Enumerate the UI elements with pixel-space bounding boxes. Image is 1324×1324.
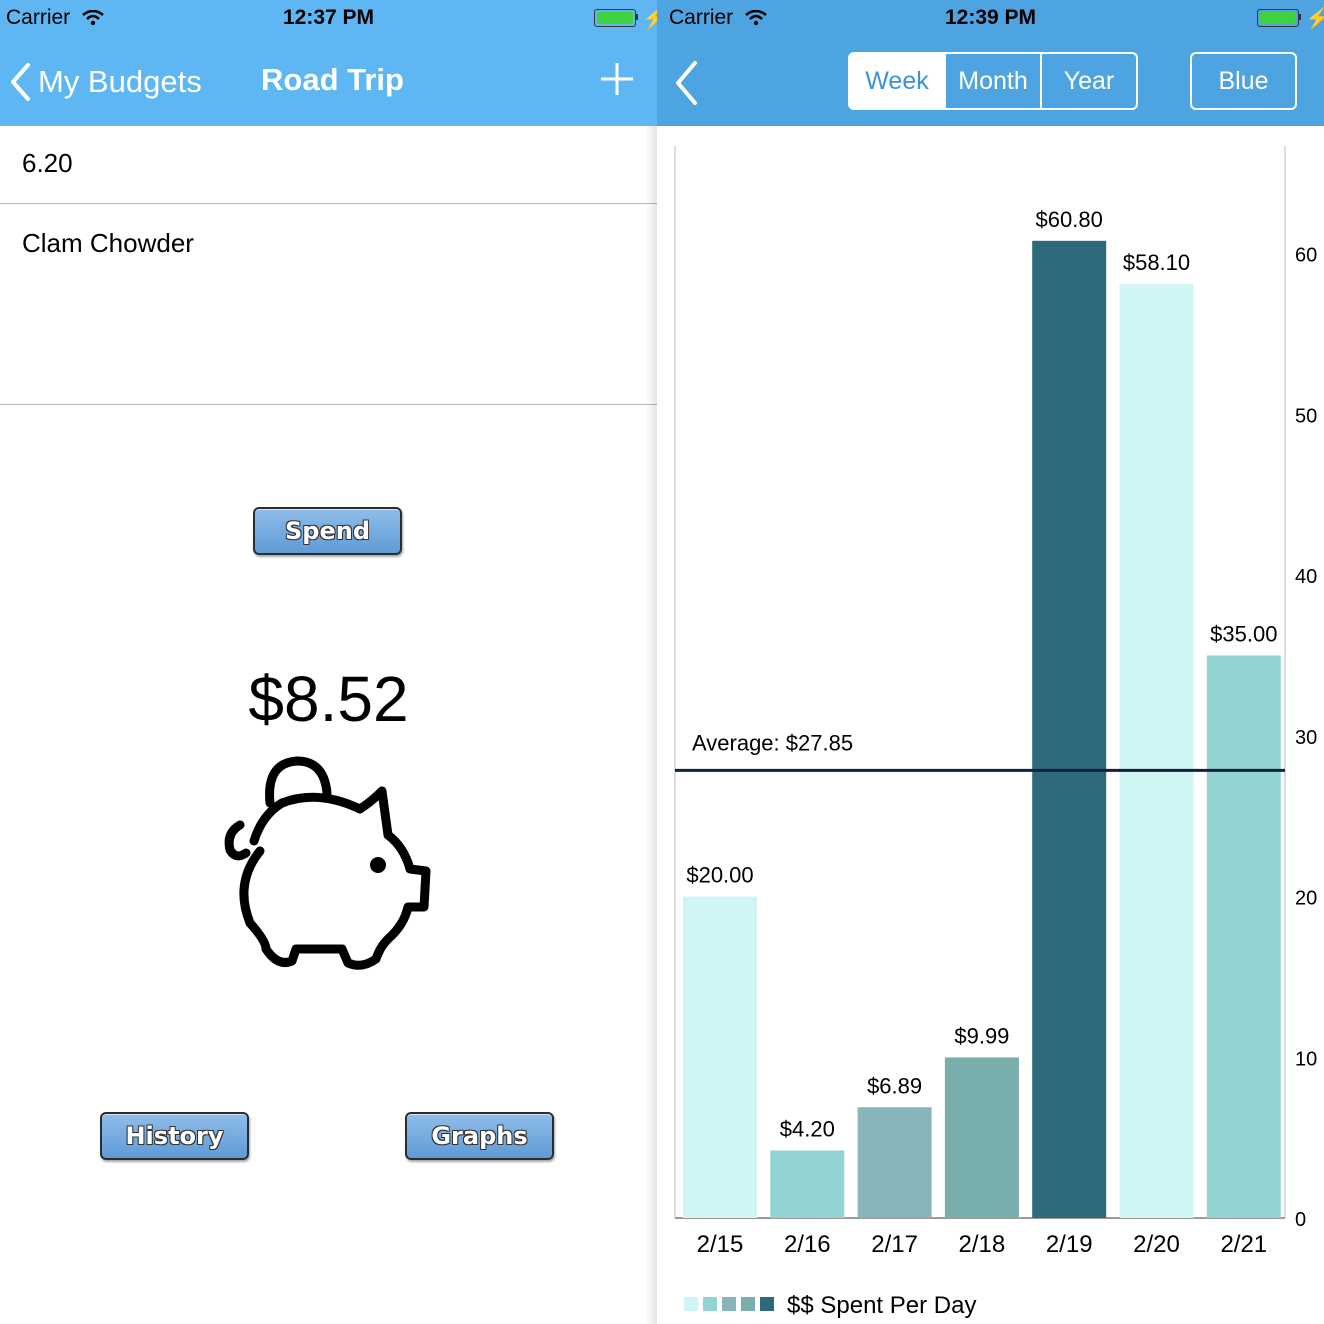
spend-button[interactable]: Spend — [253, 507, 402, 555]
back-label: My Budgets — [38, 64, 202, 99]
y-tick-label: 30 — [1295, 727, 1317, 749]
memo-row: Clam Chowder — [0, 204, 657, 405]
nav-bar-graphs: Carrier 12:39 PM ⚡ Week Month Year Blue — [657, 0, 1324, 126]
back-chevron-icon[interactable] — [671, 60, 701, 106]
battery-icon — [1257, 9, 1299, 27]
bar-value-label: $35.00 — [1210, 621, 1277, 646]
y-tick-label: 20 — [1295, 888, 1317, 910]
chevron-left-icon — [11, 63, 30, 101]
bar-value-label: $4.20 — [780, 1116, 835, 1141]
legend-swatch — [760, 1297, 774, 1311]
period-segmented-control: Week Month Year — [848, 52, 1138, 110]
charging-icon: ⚡ — [1305, 8, 1324, 30]
history-button[interactable]: History — [100, 1112, 249, 1160]
amount-field[interactable]: 6.20 — [22, 148, 73, 179]
piggy-bank-icon — [224, 756, 431, 970]
y-axis-labels: 0 10 20 30 40 50 60 — [1295, 245, 1317, 1231]
graphs-button[interactable]: Graphs — [405, 1112, 554, 1160]
x-tick-label: 2/19 — [1046, 1231, 1093, 1258]
bar-value-label: $58.10 — [1123, 250, 1190, 275]
x-tick-label: 2/15 — [697, 1231, 744, 1258]
charging-icon: ⚡ — [642, 8, 657, 30]
chart-legend: $$ Spent Per Day — [684, 1292, 976, 1319]
spending-chart: $20.00 2/15 $4.20 2/16 $6.89 2/17 $9.99 2/18 $60… — [674, 146, 1317, 1319]
battery-tip — [1298, 14, 1301, 20]
amount-row: 6.20 — [0, 126, 657, 204]
legend-swatch — [741, 1297, 755, 1311]
y-tick-label: 40 — [1295, 566, 1317, 588]
segment-year[interactable]: Year — [1040, 54, 1136, 108]
theme-button[interactable]: Blue — [1190, 52, 1297, 110]
bar-value-label: $9.99 — [954, 1023, 1009, 1048]
legend-swatch — [703, 1297, 717, 1311]
panel-shadow — [645, 126, 657, 1324]
y-tick-label: 50 — [1295, 405, 1317, 427]
battery-tip — [635, 14, 638, 20]
x-tick-label: 2/18 — [959, 1231, 1006, 1258]
bar-2-21 — [1206, 655, 1281, 1218]
x-tick-label: 2/20 — [1133, 1231, 1180, 1258]
segment-month[interactable]: Month — [944, 54, 1040, 108]
x-tick-label: 2/21 — [1220, 1231, 1267, 1258]
page-title: Road Trip — [261, 62, 404, 97]
bar-2-16 — [770, 1150, 845, 1218]
status-time: 12:39 PM — [944, 6, 1037, 29]
segment-week[interactable]: Week — [850, 54, 944, 108]
x-tick-label: 2/16 — [784, 1231, 831, 1258]
status-time: 12:37 PM — [282, 6, 375, 29]
y-tick-label: 10 — [1295, 1048, 1317, 1070]
bar-2-18 — [944, 1057, 1019, 1218]
bar-value-label: $20.00 — [686, 863, 753, 888]
y-tick-label: 0 — [1295, 1209, 1306, 1231]
back-button[interactable]: My Budgets — [8, 58, 202, 106]
add-icon[interactable] — [600, 62, 634, 96]
bar-2-15 — [683, 896, 757, 1218]
x-tick-label: 2/17 — [871, 1231, 918, 1258]
bar-2-19 — [1032, 240, 1107, 1218]
bar-2-20 — [1119, 284, 1194, 1218]
average-label: Average: $27.85 — [692, 730, 853, 755]
legend-swatch — [722, 1297, 736, 1311]
legend-label: $$ Spent Per Day — [787, 1292, 976, 1319]
budget-entry-screen: Carrier 12:37 PM ⚡ My Budgets Road Trip … — [0, 0, 657, 1324]
y-tick-label: 60 — [1295, 245, 1317, 267]
nav-bar: Carrier 12:37 PM ⚡ My Budgets Road Trip — [0, 0, 657, 126]
memo-field[interactable]: Clam Chowder — [22, 228, 194, 259]
bar-value-label: $60.80 — [1036, 207, 1103, 232]
bar-2-17 — [857, 1107, 932, 1218]
legend-swatch — [684, 1297, 698, 1311]
graph-screen: Carrier 12:39 PM ⚡ Week Month Year Blue … — [657, 0, 1324, 1324]
balance-amount: $8.52 — [248, 663, 409, 735]
battery-icon — [594, 9, 636, 27]
bar-value-label: $6.89 — [867, 1073, 922, 1098]
